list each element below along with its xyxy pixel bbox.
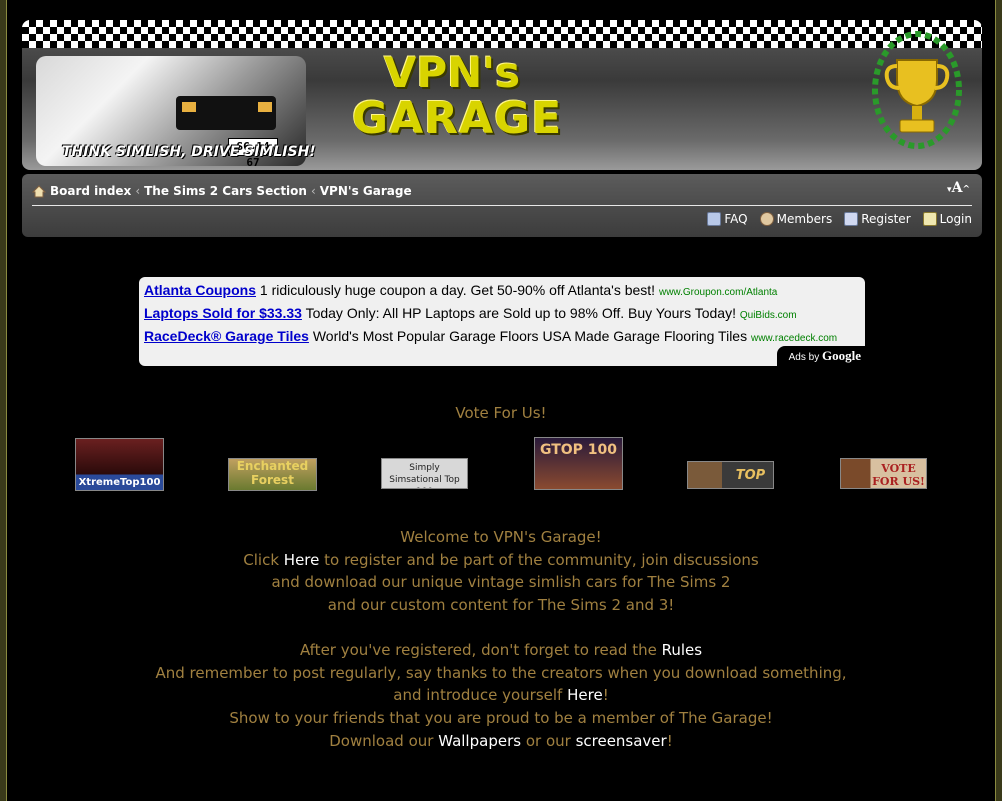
ad-text: 1 ridiculously huge coupon a day. Get 50… — [256, 282, 659, 298]
font-size-label: A — [951, 180, 963, 196]
faq-icon — [707, 212, 722, 226]
members-link[interactable]: Members — [759, 212, 833, 226]
navbar: Board index ‹ The Sims 2 Cars Section ‹ … — [22, 174, 982, 237]
ad-url[interactable]: www.racedeck.com — [751, 333, 837, 344]
ad-title-link[interactable]: Laptops Sold for $33.33 — [144, 305, 302, 321]
breadcrumb-sims2-cars[interactable]: The Sims 2 Cars Section — [144, 184, 307, 198]
ad-url[interactable]: QuiBids.com — [740, 310, 797, 321]
rules-link[interactable]: Rules — [662, 641, 702, 659]
welcome-line: and download our unique vintage simlish … — [271, 573, 731, 592]
register-here-link[interactable]: Here — [284, 551, 320, 569]
ads-by-prefix: Ads by — [788, 352, 822, 363]
google-ads-box: Atlanta Coupons 1 ridiculously huge coup… — [139, 277, 865, 366]
trophy-icon — [872, 31, 962, 149]
breadcrumb-vpns-garage[interactable]: VPN's Garage — [320, 184, 412, 198]
vote-button-label: XtremeTop100 — [78, 477, 161, 488]
checkered-flag-strip — [22, 20, 982, 48]
welcome-message: Welcome to VPN's Garage! Click Here to r… — [0, 526, 1002, 752]
car-headlight — [182, 102, 196, 112]
ad-row: RaceDeck® Garage Tiles World's Most Popu… — [144, 328, 837, 344]
welcome-line: and our custom content for The Sims 2 an… — [327, 596, 675, 615]
vote-button-enchanted-forest[interactable]: Enchanted Forest — [228, 458, 317, 491]
vote-button-label: VOTE FOR US! — [872, 462, 925, 488]
ad-title-link[interactable]: RaceDeck® Garage Tiles — [144, 328, 309, 344]
vote-button-label: Enchanted Forest — [236, 459, 309, 487]
vote-title: Vote For Us! — [455, 404, 547, 422]
font-size-up-icon: ^ — [962, 185, 970, 195]
text: and introduce yourself — [393, 686, 568, 705]
welcome-line: Welcome to VPN's Garage! — [400, 528, 602, 546]
breadcrumb: Board index ‹ The Sims 2 Cars Section ‹ … — [32, 184, 412, 198]
car-image: SC 14 67 THINK SIMLISH, DRIVE SIMLISH! — [36, 56, 316, 169]
screensaver-link[interactable]: screensaver — [576, 732, 667, 750]
ads-by-google-link[interactable]: Ads by Google — [776, 346, 865, 366]
breadcrumb-separator: ‹ — [135, 184, 141, 198]
login-link[interactable]: Login — [922, 212, 972, 226]
welcome-line: Download our Wallpapers or our screensav… — [0, 730, 1002, 753]
vote-button-label: TOP — [735, 468, 766, 483]
vote-button-simply-simsational[interactable]: Simply Simsational Top 100 — [381, 458, 468, 489]
text: Click — [243, 550, 284, 569]
vote-button-label: GTOP 100 — [539, 442, 618, 458]
welcome-line: After you've registered, don't forget to… — [0, 639, 1002, 662]
ad-text: Today Only: All HP Laptops are Sold up t… — [301, 305, 740, 321]
vote-button-xtremetop100[interactable]: XtremeTop100 — [75, 438, 164, 491]
vote-button-gtop100[interactable]: GTOP 100 — [534, 437, 623, 490]
ad-text: World's Most Popular Garage Floors USA M… — [308, 328, 751, 344]
logo-line-1: VPN's — [383, 48, 521, 97]
google-logo: Google — [822, 348, 861, 363]
login-icon — [922, 212, 937, 226]
home-icon[interactable] — [32, 184, 46, 198]
text: or our — [521, 731, 576, 750]
change-font-size-button[interactable]: ▾A^ — [947, 180, 970, 196]
register-icon — [844, 212, 859, 226]
vote-button-vote-for-us[interactable]: VOTE FOR US! — [840, 458, 927, 489]
ad-row: Laptops Sold for $33.33 Today Only: All … — [144, 305, 797, 321]
nav-links: FAQ Members Register Login — [707, 212, 972, 226]
welcome-line: and introduce yourself Here! — [0, 684, 1002, 707]
text: Download our — [329, 731, 439, 750]
welcome-line: Show to your friends that you are proud … — [229, 708, 773, 727]
car-headlight — [258, 102, 272, 112]
logo-line-2: GARAGE — [352, 93, 563, 144]
introduce-here-link[interactable]: Here — [567, 686, 603, 704]
banner-slogan: THINK SIMLISH, DRIVE SIMLISH! — [62, 144, 316, 160]
text: ! — [666, 731, 673, 750]
faq-link[interactable]: FAQ — [707, 212, 748, 226]
wallpapers-link[interactable]: Wallpapers — [438, 732, 521, 750]
nav-divider — [32, 205, 972, 206]
site-logo[interactable]: VPN's GARAGE — [352, 48, 563, 144]
breadcrumb-separator: ‹ — [310, 184, 316, 198]
ad-title-link[interactable]: Atlanta Coupons — [144, 282, 256, 298]
welcome-line: And remember to post regularly, say than… — [155, 663, 847, 682]
faq-label: FAQ — [724, 212, 748, 226]
vote-button-label: Simply Simsational Top 100 — [389, 463, 460, 488]
text: After you've registered, don't forget to… — [299, 640, 662, 659]
register-label: Register — [861, 212, 911, 226]
members-label: Members — [776, 212, 833, 226]
ad-row: Atlanta Coupons 1 ridiculously huge coup… — [144, 282, 777, 298]
text: to register and be part of the community… — [319, 550, 759, 569]
site-banner[interactable]: SC 14 67 THINK SIMLISH, DRIVE SIMLISH! V… — [22, 20, 982, 170]
welcome-line: Click Here to register and be part of th… — [0, 549, 1002, 572]
vote-button-top[interactable]: TOP — [687, 461, 774, 489]
ad-url[interactable]: www.Groupon.com/Atlanta — [659, 287, 777, 298]
breadcrumb-board-index[interactable]: Board index — [50, 184, 131, 198]
members-icon — [759, 212, 774, 226]
register-link[interactable]: Register — [844, 212, 911, 226]
login-label: Login — [939, 212, 972, 226]
text: ! — [602, 686, 609, 705]
